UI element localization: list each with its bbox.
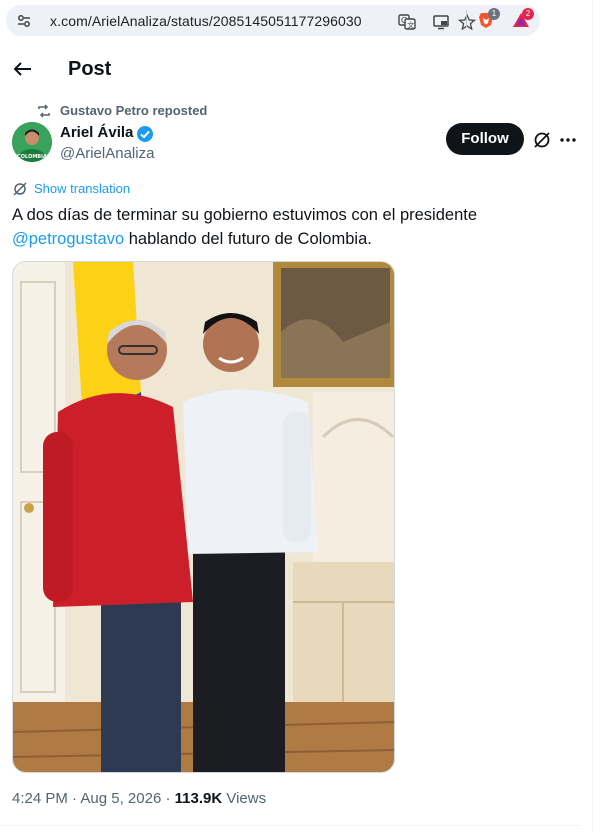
tweet-text-part: A dos días de terminar su gobierno estuv… xyxy=(12,206,478,224)
bookmark-star-icon[interactable] xyxy=(458,14,476,30)
grok-icon[interactable] xyxy=(532,130,552,150)
follow-button[interactable]: Follow xyxy=(446,123,524,155)
tweet-text: A dos días de terminar su gobierno estuv… xyxy=(12,203,572,251)
views-count: 113.9K xyxy=(174,790,223,807)
meta-separator: · xyxy=(161,790,175,807)
translate-page-icon[interactable]: G 文 xyxy=(398,14,416,30)
site-settings-icon[interactable] xyxy=(16,13,32,29)
scrollbar-track[interactable] xyxy=(592,0,601,832)
avatar-caption: COLOMBIA xyxy=(17,154,47,160)
url-field[interactable]: x.com/ArielAnaliza/status/20851450511772… xyxy=(6,5,540,36)
divider xyxy=(0,825,580,826)
repost-label[interactable]: Gustavo Petro reposted xyxy=(60,103,207,118)
author-handle[interactable]: @ArielAnaliza xyxy=(60,145,154,162)
url-text: x.com/ArielAnaliza/status/20851450511772… xyxy=(50,13,362,29)
tweet-photo[interactable] xyxy=(12,261,395,773)
more-options-icon[interactable] xyxy=(558,130,578,150)
mention-link[interactable]: @petrogustavo xyxy=(12,230,124,248)
browser-address-bar: x.com/ArielAnaliza/status/20851450511772… xyxy=(0,0,601,42)
avatar[interactable]: COLOMBIA xyxy=(12,122,52,162)
verified-badge-icon[interactable] xyxy=(136,125,154,143)
views-label: Views xyxy=(222,790,267,807)
extension-badge: 2 xyxy=(522,8,534,20)
grok-translate-icon xyxy=(13,182,27,196)
post-date[interactable]: Aug 5, 2026 xyxy=(80,790,161,807)
show-translation-link[interactable]: Show translation xyxy=(34,181,130,196)
author-name[interactable]: Ariel Ávila xyxy=(60,124,133,141)
repost-icon xyxy=(38,104,50,118)
meta-separator: · xyxy=(67,790,81,807)
back-arrow-icon[interactable] xyxy=(10,56,36,82)
cast-icon[interactable] xyxy=(432,14,450,30)
svg-text:文: 文 xyxy=(407,20,414,29)
tweet-text-part: hablando del futuro de Colombia. xyxy=(124,230,372,248)
page-title: Post xyxy=(68,58,112,80)
extension-badge: 1 xyxy=(488,8,500,20)
post-meta: 4:24 PM · Aug 5, 2026 · 113.9K Views xyxy=(12,790,266,807)
post-time[interactable]: 4:24 PM xyxy=(12,790,68,807)
toolbar-divider xyxy=(466,10,467,28)
